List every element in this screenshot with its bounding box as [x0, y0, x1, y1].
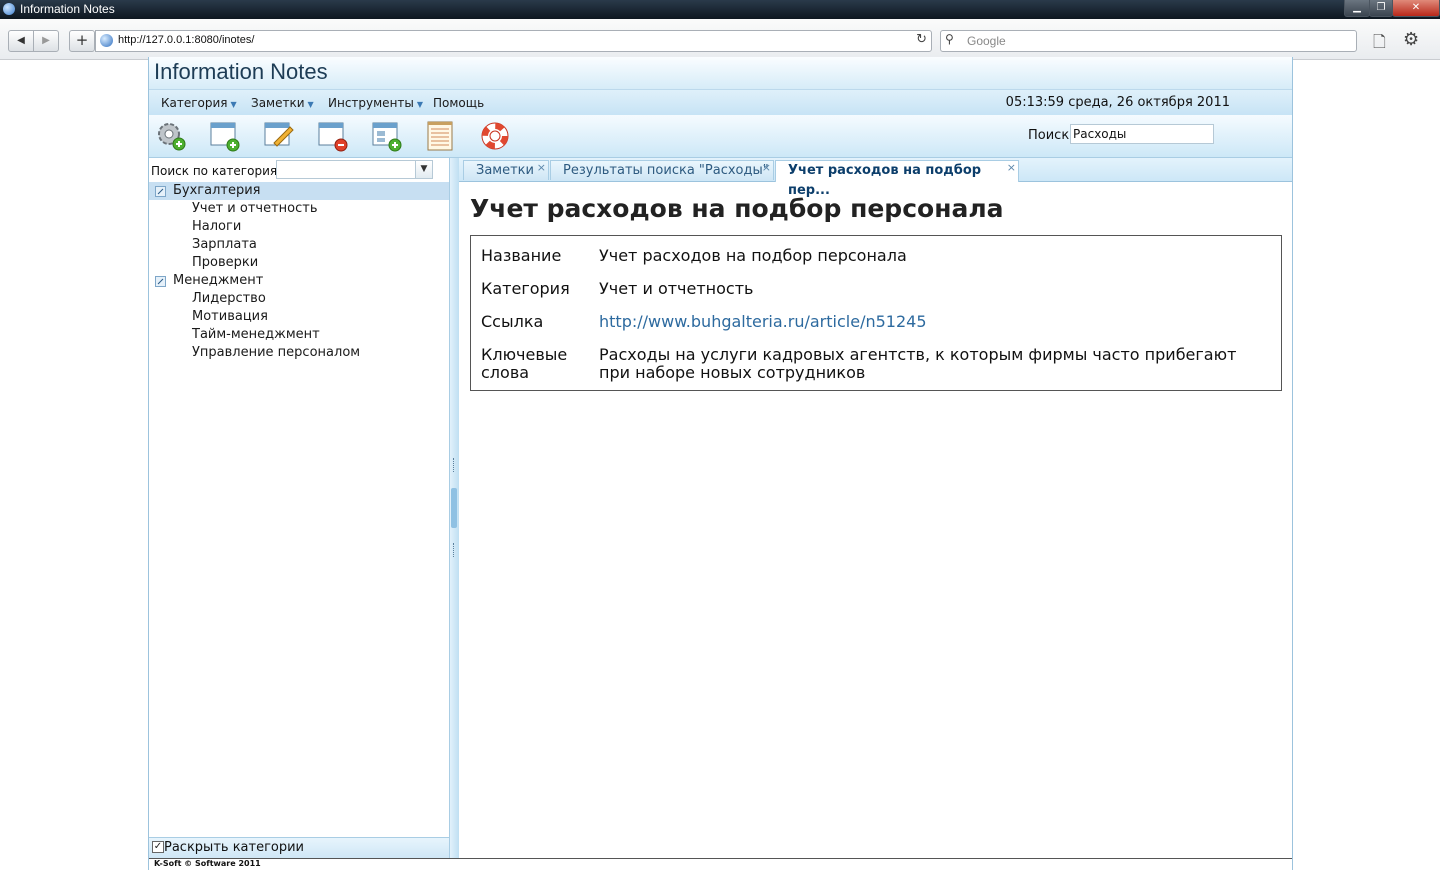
browser-app-icon [3, 3, 15, 15]
category-search-combo[interactable]: ▼ [276, 160, 433, 179]
edit-note-icon[interactable] [262, 119, 296, 153]
browser-toolbar: ◀ ▶ + http://127.0.0.1:8080/inotes/ ↻ ⚲ … [0, 19, 1440, 60]
tree-node-management[interactable]: Менеджмент [149, 272, 449, 290]
address-url[interactable]: http://127.0.0.1:8080/inotes/ [118, 34, 254, 46]
clock: 05:13:59 среда, 26 октября 2011 [1005, 95, 1230, 110]
chevron-down-icon[interactable]: ▼ [415, 161, 432, 178]
search-icon[interactable]: ⚲ [945, 32, 954, 46]
notepad-icon[interactable] [424, 119, 458, 153]
help-lifebuoy-icon[interactable] [478, 119, 512, 153]
app-frame: Information Notes Категория ▼ Заметки ▼ Ин… [148, 57, 1293, 871]
tree-node-motivation[interactable]: Мотивация [149, 308, 449, 326]
minimize-button[interactable]: ▁ [1344, 0, 1370, 17]
menu-tools[interactable]: Инструменты ▼ [328, 96, 423, 110]
forward-button[interactable]: ▶ [33, 30, 59, 52]
app-search-label: Поиск [1028, 128, 1070, 143]
app-toolbar: Поиск Расходы [149, 115, 1292, 158]
app-footer: K-Soft © Software 2011 [149, 858, 1292, 871]
close-tab-icon[interactable]: × [537, 158, 546, 178]
tree-node-time-management[interactable]: Тайм-менеджмент [149, 326, 449, 344]
tab-search-results[interactable]: Результаты поиска "Расходы" × [550, 160, 774, 180]
chevron-down-icon: ▼ [416, 100, 424, 109]
new-note-icon[interactable] [208, 119, 242, 153]
app-search-input[interactable]: Расходы [1070, 124, 1214, 144]
tab-notes[interactable]: Заметки × [463, 160, 549, 180]
close-tab-icon[interactable]: × [1007, 158, 1016, 178]
app-brand: Information Notes [154, 59, 328, 84]
window-titlebar: Information Notes ▁ ❐ ✕ [0, 0, 1440, 19]
field-label-keywords: Ключевые слова [481, 345, 568, 382]
tree-node-salary[interactable]: Зарплата [149, 236, 449, 254]
collapse-toggle-icon[interactable] [155, 276, 166, 287]
field-label-link: Ссылка [481, 312, 544, 331]
browser-search-input[interactable]: ⚲ Google [940, 30, 1357, 52]
window-title: Information Notes [20, 2, 115, 16]
tree-node-leadership[interactable]: Лидерство [149, 290, 449, 308]
note-details-table: Название Учет расходов на подбор персона… [470, 235, 1282, 391]
field-label-name: Название [481, 246, 562, 265]
menu-category[interactable]: Категория ▼ [161, 96, 237, 110]
collapse-toggle-icon[interactable] [155, 186, 166, 197]
splitter-grip-icon [453, 543, 456, 557]
category-search-label: Поиск по категориям [151, 164, 287, 178]
field-value-category: Учет и отчетность [599, 279, 754, 298]
tree-node-audits[interactable]: Проверки [149, 254, 449, 272]
field-label-category: Категория [481, 279, 570, 298]
menu-bar: Категория ▼ Заметки ▼ Инструменты ▼ Помощь … [149, 89, 1292, 116]
collapse-handle[interactable] [451, 488, 457, 528]
tree-node-personnel[interactable]: Управление персоналом [149, 344, 449, 362]
note-title: Учет расходов на подбор персонала [470, 194, 1004, 223]
app-header: Information Notes [149, 57, 1292, 89]
close-window-button[interactable]: ✕ [1392, 0, 1440, 17]
tab-note-detail[interactable]: Учет расходов на подбор пер... × [775, 158, 1019, 198]
field-value-keywords: Расходы на услуги кадровых агентств, к к… [599, 345, 1237, 382]
menu-notes[interactable]: Заметки ▼ [251, 96, 314, 110]
field-value-name: Учет расходов на подбор персонала [599, 246, 907, 265]
chevron-down-icon: ▼ [307, 100, 314, 109]
tree-node-taxes[interactable]: Налоги [149, 218, 449, 236]
menu-help[interactable]: Помощь [433, 96, 484, 110]
category-sidebar: Поиск по категориям ▼ Бухгалтерия Учет и… [149, 158, 449, 858]
chevron-down-icon: ▼ [230, 100, 237, 109]
page-menu-icon[interactable]: 🗋 [1373, 31, 1386, 58]
copyright-text: K-Soft © Software 2011 [154, 859, 261, 868]
search-placeholder: Google [967, 34, 1006, 48]
splitter-grip-icon [453, 458, 456, 472]
new-tab-button[interactable]: + [69, 30, 95, 52]
expand-categories-label[interactable]: Раскрыть категории [164, 840, 304, 855]
field-value-link[interactable]: http://www.buhgalteria.ru/article/n51245 [599, 313, 1269, 331]
add-category-icon[interactable] [370, 119, 404, 153]
back-button[interactable]: ◀ [8, 30, 34, 52]
delete-note-icon[interactable] [316, 119, 350, 153]
expand-categories-checkbox[interactable]: ✓ [152, 841, 164, 853]
main-panel: Заметки × Результаты поиска "Расходы" × … [459, 158, 1292, 858]
tab-strip: Заметки × Результаты поиска "Расходы" × … [459, 158, 1292, 198]
expand-categories-bar: ✓ Раскрыть категории [149, 837, 449, 858]
globe-icon [100, 34, 113, 47]
close-tab-icon[interactable]: × [762, 158, 771, 178]
address-bar[interactable]: http://127.0.0.1:8080/inotes/ ↻ [95, 30, 932, 52]
tree-node-reporting[interactable]: Учет и отчетность [149, 200, 449, 218]
reload-icon[interactable]: ↻ [916, 32, 927, 47]
tools-menu-icon[interactable]: ⚙ [1403, 29, 1419, 50]
maximize-button[interactable]: ❐ [1369, 0, 1393, 17]
settings-add-icon[interactable] [154, 119, 188, 153]
tree-node-accounting[interactable]: Бухгалтерия [149, 182, 449, 200]
